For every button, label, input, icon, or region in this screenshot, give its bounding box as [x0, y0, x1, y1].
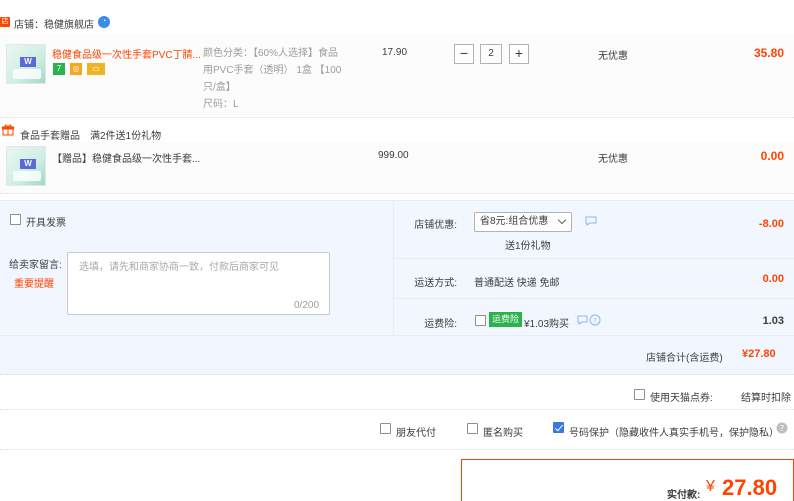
shop-tag-icon: 店	[0, 17, 10, 27]
sku-line: 尺码：L	[203, 99, 239, 110]
shop-discount-amount: -8.00	[758, 218, 784, 230]
gift-price: 999.00	[378, 150, 409, 161]
shop-discount-label: 店铺优惠:	[414, 220, 457, 231]
gift-icon	[2, 124, 14, 136]
payment-label: 实付款:	[667, 490, 701, 501]
shipping-method: 普通配送 快递 免邮	[474, 278, 560, 289]
anonymous-label[interactable]: 匿名购买	[483, 424, 523, 439]
gift-note: 送1份礼物	[505, 241, 551, 252]
quantity-input[interactable]: 2	[480, 44, 502, 64]
payment-amount: 27.80	[722, 475, 778, 500]
shop-header: 店 店铺：稳健旗舰店 ◔	[0, 0, 794, 34]
product-title-link[interactable]: 稳健食品级一次性手套PVC丁腈...	[52, 46, 201, 61]
shop-discount-select[interactable]: 省8元:组合优惠	[474, 212, 572, 232]
product-sku: 颜色分类：【60%人选择】食品 用PVC手套（透明） 1盒 【100 只/盒】 …	[203, 45, 353, 113]
friend-pay-checkbox[interactable]	[380, 423, 391, 434]
help-icon[interactable]: ?	[776, 422, 788, 434]
quantity-minus-button[interactable]: −	[454, 44, 474, 64]
7-day-return-icon[interactable]: 7	[53, 63, 65, 75]
item-promo: 无优惠	[598, 51, 628, 62]
guarantee-icon[interactable]: ◎	[70, 63, 82, 75]
svg-text:?: ?	[593, 317, 597, 325]
unit-price: 17.90	[382, 47, 408, 58]
friend-pay-label[interactable]: 朋友代付	[396, 424, 436, 439]
gift-header: 食品手套赠品 满2件送1份礼物	[0, 118, 794, 142]
divider	[0, 335, 794, 336]
gift-thumbnail[interactable]: W	[6, 146, 46, 186]
payment-currency: ¥	[706, 478, 715, 495]
sku-line: 只/盒】	[203, 82, 236, 93]
product-thumbnail[interactable]: W	[6, 44, 46, 84]
chevron-down-icon	[557, 215, 567, 225]
message-placeholder: 选填，请先和商家协商一致，付款后商家可见	[79, 262, 279, 273]
tmall-points-checkbox[interactable]	[634, 389, 645, 400]
gift-title[interactable]: 【赠品】稳健食品级一次性手套...	[52, 150, 200, 165]
item-subtotal: 35.80	[753, 46, 784, 60]
number-protect-label[interactable]: 号码保护（隐藏收件人真实手机号，保护隐私）	[569, 424, 779, 439]
sku-line: 颜色分类：【60%人选择】食品	[203, 48, 339, 59]
number-protect-checkbox[interactable]	[553, 422, 564, 433]
invoice-checkbox[interactable]	[10, 214, 21, 225]
sku-line: 用PVC手套（透明） 1盒 【100	[203, 65, 342, 76]
wangwang-icon[interactable]: ◔	[98, 16, 110, 28]
insurance-amount: 1.03	[762, 315, 784, 327]
gift-promo: 无优惠	[598, 154, 628, 165]
invoice-label[interactable]: 开具发票	[26, 214, 66, 229]
shop-name[interactable]: 店铺：稳健旗舰店	[14, 16, 94, 31]
quantity-plus-button[interactable]: +	[509, 44, 529, 64]
comment-icon[interactable]	[585, 216, 597, 226]
gift-label: 食品手套赠品	[20, 131, 80, 142]
insurance-label: 运费险:	[424, 319, 457, 330]
shop-total-amount: ¥27.80	[742, 348, 776, 360]
gift-rule: 满2件送1份礼物	[90, 131, 162, 142]
shop-total-label: 店铺合计(含运费)	[646, 353, 723, 364]
divider	[393, 258, 794, 259]
shipping-amount: 0.00	[762, 273, 784, 285]
shipping-label: 运送方式:	[414, 278, 457, 289]
anonymous-checkbox[interactable]	[467, 423, 478, 434]
quantity-stepper: − 2 +	[454, 44, 529, 64]
insurance-price: ¥1.03购买	[524, 319, 570, 330]
tmall-points-label[interactable]: 使用天猫点券:	[650, 389, 713, 404]
important-reminder-link[interactable]: 重要提醒	[14, 275, 54, 290]
message-label: 给卖家留言:	[9, 260, 62, 271]
divider	[393, 298, 794, 299]
svg-text:?: ?	[780, 424, 784, 433]
help-icon[interactable]: ?	[577, 314, 601, 326]
card-icon[interactable]: ▭	[87, 63, 105, 75]
insurance-checkbox[interactable]	[475, 315, 486, 326]
tmall-points-note: 结算时扣除	[741, 393, 791, 404]
gift-subtotal: 0.00	[760, 149, 784, 163]
shop-discount-selected: 省8元:组合优惠	[480, 216, 549, 227]
insurance-badge: 运费险	[489, 312, 523, 327]
message-char-count: 0/200	[294, 300, 320, 311]
